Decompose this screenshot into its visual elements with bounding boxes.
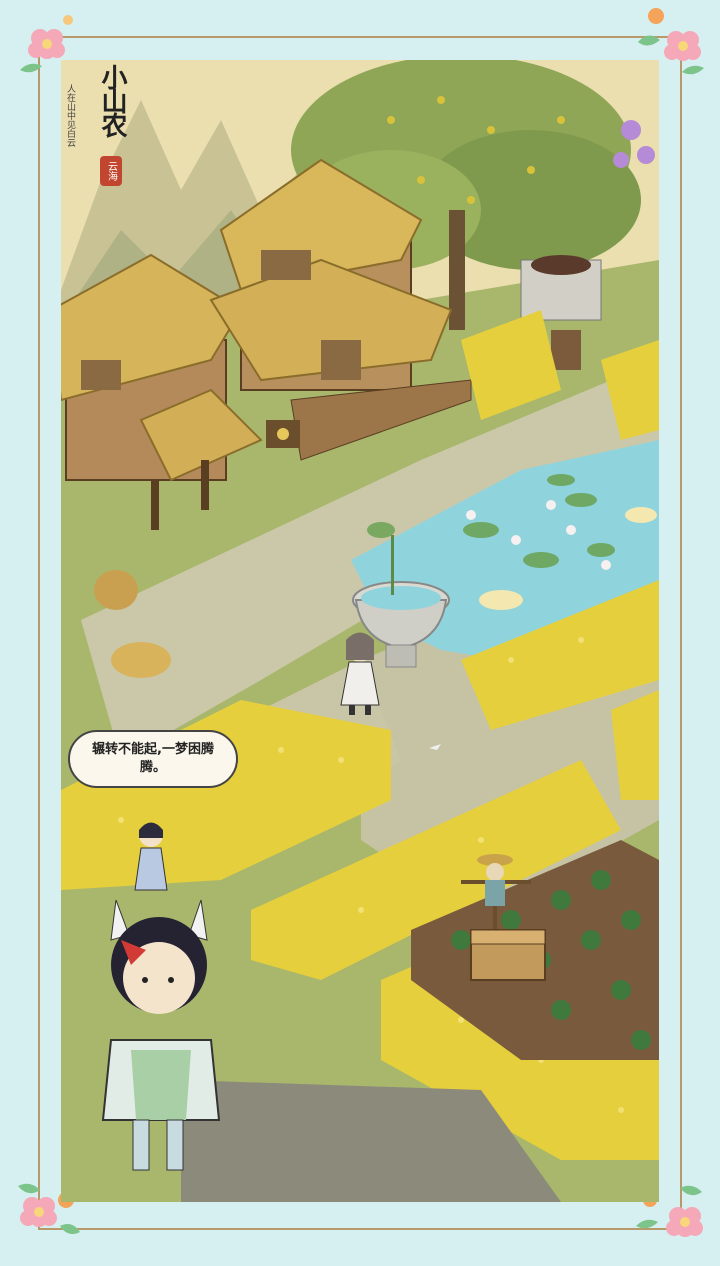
npc-boy[interactable]: [134, 822, 168, 891]
npc-girl[interactable]: [340, 632, 380, 716]
logo-seal: 云海: [100, 156, 122, 186]
logo-title: 小山农: [97, 64, 127, 136]
game-logo: 小山农 人在山中见白云 云海: [64, 64, 134, 194]
npc-dialogue-text: 辗转不能起,一梦困腾腾。: [92, 742, 214, 775]
npc-speech-bubble[interactable]: 辗转不能起,一梦困腾腾。: [68, 730, 238, 788]
logo-subtitle: 人在山中见白云: [65, 84, 75, 147]
game-scene[interactable]: [61, 60, 659, 1202]
farm-map[interactable]: [61, 60, 659, 1202]
wooden-chest[interactable]: [470, 929, 546, 981]
